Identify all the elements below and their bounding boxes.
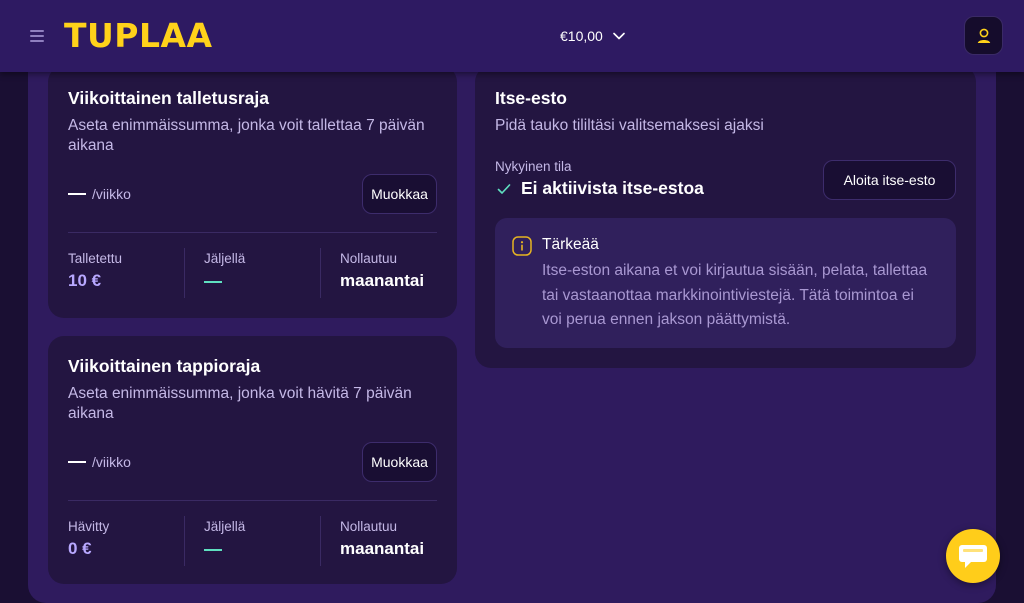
chat-button[interactable] bbox=[946, 529, 1000, 583]
current-state: Ei aktiivista itse-estoa bbox=[497, 178, 704, 199]
empty-value-dash bbox=[68, 193, 86, 195]
loss-limit-period: /viikko bbox=[92, 454, 131, 470]
divider bbox=[320, 516, 321, 566]
important-notice: Tärkeää Itse-eston aikana et voi kirjaut… bbox=[495, 218, 956, 348]
reset-value: maanantai bbox=[340, 271, 425, 290]
logo[interactable]: TUPLAA bbox=[64, 14, 213, 58]
deposit-limit-card: Viikoittainen talletusraja Aseta enimmäi… bbox=[48, 66, 457, 318]
reset-label: Nollautuu bbox=[340, 519, 398, 534]
current-state-value: Ei aktiivista itse-estoa bbox=[521, 178, 704, 198]
remaining-value-dash bbox=[204, 281, 222, 283]
deposit-limit-edit-button[interactable]: Muokkaa bbox=[362, 174, 437, 214]
deposit-limit-description: Aseta enimmäissumma, jonka voit talletta… bbox=[68, 117, 425, 154]
balance-value: €10,00 bbox=[560, 28, 603, 44]
reset-label: Nollautuu bbox=[340, 251, 398, 266]
info-icon bbox=[512, 236, 532, 256]
start-self-exclusion-button[interactable]: Aloita itse-esto bbox=[823, 160, 956, 200]
self-exclusion-card: Itse-esto Pidä tauko tililtäsi valitsema… bbox=[475, 66, 976, 368]
divider bbox=[184, 248, 185, 298]
self-exclusion-title: Itse-esto bbox=[495, 88, 567, 108]
divider bbox=[184, 516, 185, 566]
deposited-value: 10 € bbox=[68, 271, 102, 290]
loss-limit-title: Viikoittainen tappioraja bbox=[68, 356, 261, 376]
empty-value-dash bbox=[68, 461, 86, 463]
divider bbox=[68, 500, 437, 501]
remaining-label: Jäljellä bbox=[204, 251, 246, 266]
lost-value: 0 € bbox=[68, 539, 92, 558]
deposit-limit-period: /viikko bbox=[92, 186, 131, 202]
chevron-down-icon bbox=[613, 32, 625, 40]
chat-icon bbox=[959, 545, 987, 568]
self-exclusion-description: Pidä tauko tililtäsi valitsemaksesi ajak… bbox=[495, 117, 764, 134]
balance-dropdown[interactable]: €10,00 bbox=[560, 24, 625, 48]
menu-icon[interactable] bbox=[30, 30, 44, 42]
loss-limit-description: Aseta enimmäissumma, jonka voit hävitä 7… bbox=[68, 385, 412, 422]
deposit-limit-value: /viikko bbox=[68, 186, 131, 202]
profile-button[interactable] bbox=[964, 16, 1003, 55]
deposited-label: Talletettu bbox=[68, 251, 123, 266]
loss-limit-card: Viikoittainen tappioraja Aseta enimmäiss… bbox=[48, 336, 457, 584]
remaining-value-dash bbox=[204, 549, 222, 551]
check-icon bbox=[497, 183, 511, 194]
current-state-label: Nykyinen tila bbox=[495, 159, 572, 174]
divider bbox=[320, 248, 321, 298]
responsible-gaming-panel: Viikoittainen talletusraja Aseta enimmäi… bbox=[28, 40, 996, 603]
remaining-label: Jäljellä bbox=[204, 519, 246, 534]
user-icon bbox=[977, 28, 990, 43]
loss-limit-edit-button[interactable]: Muokkaa bbox=[362, 442, 437, 482]
deposit-limit-title: Viikoittainen talletusraja bbox=[68, 88, 269, 108]
lost-label: Hävitty bbox=[68, 519, 110, 534]
notice-body: Itse-eston aikana et voi kirjautua sisää… bbox=[542, 262, 928, 328]
notice-title: Tärkeää bbox=[542, 236, 599, 253]
loss-limit-value: /viikko bbox=[68, 454, 131, 470]
reset-value: maanantai bbox=[340, 539, 425, 558]
divider bbox=[68, 232, 437, 233]
top-bar: TUPLAA €10,00 bbox=[0, 0, 1024, 72]
